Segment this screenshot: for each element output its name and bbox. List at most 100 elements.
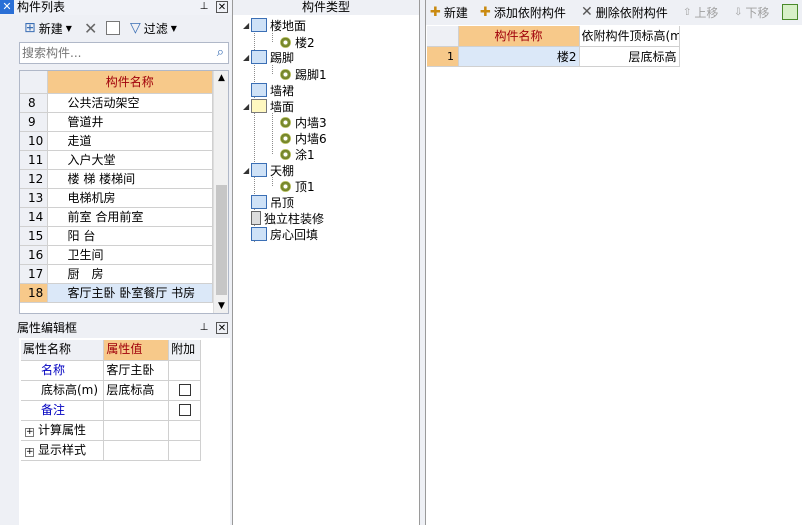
component-name-cell[interactable]: 厨 房 [47,264,213,284]
new-attached-button[interactable]: ✚ 新建 [430,2,468,22]
tree-node-skirting[interactable]: ◢ 踢脚 [243,49,294,65]
close-icon[interactable]: ✕ [216,1,228,13]
grid-header-height[interactable]: 依附构件顶标高(m [579,26,680,47]
table-row[interactable]: 10 走道 [20,131,213,151]
row-number: 15 [20,226,48,246]
prop-row[interactable]: 底标高(m) 层底标高 [21,380,201,401]
row-number: 18 [20,283,48,303]
copy-button[interactable] [106,18,120,38]
attached-name-cell[interactable]: 楼2 [458,46,580,67]
table-row[interactable]: 9 管道井 [20,112,213,132]
tree-leaf[interactable]: 顶1 [280,178,315,194]
grid-scrollbar[interactable]: ▲ ▼ [213,71,228,313]
component-name-cell[interactable]: 走道 [47,131,213,151]
table-row-selected[interactable]: 18 客厅主卧 卧室餐厅 书房 [20,283,213,303]
delete-attached-button[interactable]: ✕ 删除依附构件 [581,2,668,22]
component-name-cell[interactable]: 楼 梯 楼梯间 [47,169,213,189]
table-row[interactable]: 8 公共活动架空 [20,93,213,113]
collapse-icon[interactable]: ◢ [243,166,251,175]
tree-leaf[interactable]: 内墙3 [280,114,327,130]
collapse-icon[interactable]: ◢ [243,53,251,62]
props-area: 属性名称 属性值 附加 名称 客厅主卧 底标高(m) 层底标高 备注 + 计算属性 [19,338,230,525]
pin-icon[interactable]: ⊥ [198,1,210,13]
prop-row[interactable]: 备注 [21,400,201,421]
tree-node-label: 房心回填 [270,227,319,242]
row-number: 14 [20,207,48,227]
table-row[interactable]: 13 电梯机房 [20,188,213,208]
extra-checkbox[interactable] [178,404,191,416]
tree-node-label: 楼地面 [270,18,307,33]
props-panel-title: 属性编辑框 [17,321,78,335]
move-down-button[interactable]: ⇩ 下移 [734,2,769,22]
gear-icon [280,36,291,48]
close-icon[interactable]: ✕ [216,322,228,334]
expand-icon[interactable]: + [25,447,34,457]
prop-group-name[interactable]: + 显示样式 [21,440,105,461]
component-name-cell[interactable]: 卫生间 [47,245,213,265]
table-row[interactable]: 16 卫生间 [20,245,213,265]
scroll-thumb[interactable] [216,185,227,295]
search-input[interactable] [22,44,202,62]
tree-node-suspended-ceiling[interactable]: 吊顶 [243,194,294,210]
new-label: 新建 [443,5,468,20]
collapse-icon[interactable]: ◢ [243,21,251,30]
row-number: 9 [20,112,48,132]
ceiling-icon [251,163,267,177]
prop-value-input[interactable] [103,400,170,421]
prop-name: 备注 [21,400,105,421]
scroll-down-icon[interactable]: ▼ [214,299,228,313]
tree-view: ◢ 楼地面 楼2 ◢ 踢脚 踢脚1 墙裙 ◢ 墙面 内墙3 内墙6 涂1 ◢ 天棚 顶1… [235,15,419,525]
tree-node-backfill[interactable]: 房心回填 [243,226,318,242]
table-row[interactable]: 15 阳 台 [20,226,213,246]
pin-icon[interactable]: ⊥ [198,322,210,334]
excel-icon[interactable] [782,4,798,20]
tree-node-column-finish[interactable]: 独立柱装修 [243,210,324,226]
grid-header-name[interactable]: 构件名称 [458,26,580,47]
prop-group-name[interactable]: + 计算属性 [21,420,105,441]
row-number: 12 [20,169,48,189]
attached-height-cell[interactable]: 层底标高 [579,46,680,67]
row-number: 10 [20,131,48,151]
prop-group-row[interactable]: + 计算属性 [21,420,201,441]
tree-node-dado[interactable]: 墙裙 [243,82,294,98]
tree-leaf[interactable]: 踢脚1 [280,66,327,82]
add-attached-button[interactable]: ✚ 添加依附构件 [480,2,566,22]
tree-leaf[interactable]: 内墙6 [280,130,327,146]
table-row[interactable]: 12 楼 梯 楼梯间 [20,169,213,189]
chevron-down-icon: ▼ [65,23,72,33]
component-name-cell[interactable]: 公共活动架空 [47,93,213,113]
up-label: 上移 [694,5,719,20]
tree-leaf-label: 踢脚1 [295,67,327,82]
component-name-cell[interactable]: 入户大堂 [47,150,213,170]
new-component-button[interactable]: ⊞ 新建 ▼ [24,18,72,38]
tree-node-ceiling[interactable]: ◢ 天棚 [243,162,294,178]
search-icon[interactable]: ⌕ [217,45,224,60]
gear-icon [280,116,291,128]
expand-icon[interactable]: + [25,427,34,437]
move-up-button[interactable]: ⇧ 上移 [683,2,718,22]
collapse-icon[interactable]: ◢ [243,102,251,111]
tree-node-floor[interactable]: ◢ 楼地面 [243,17,306,33]
table-row[interactable]: 14 前室 合用前室 [20,207,213,227]
skirting-icon [251,50,267,64]
component-name-cell[interactable]: 电梯机房 [47,188,213,208]
delete-button[interactable]: ✕ [84,18,97,38]
table-row[interactable]: 1 楼2 层底标高 [427,46,680,67]
component-name-cell[interactable]: 阳 台 [47,226,213,246]
filter-button[interactable]: ▽ 过滤 ▼ [130,18,177,38]
table-row[interactable]: 11 入户大堂 [20,150,213,170]
component-name-cell[interactable]: 前室 合用前室 [47,207,213,227]
scroll-up-icon[interactable]: ▲ [214,71,228,85]
prop-row[interactable]: 名称 客厅主卧 [21,360,201,381]
grid-header-name[interactable]: 构件名称 [47,71,213,94]
prop-group-row[interactable]: + 显示样式 [21,440,201,461]
extra-checkbox[interactable] [178,384,191,396]
panel-close-marker-icon[interactable]: ✕ [0,0,14,14]
tree-leaf[interactable]: 涂1 [280,146,315,162]
component-name-cell[interactable]: 管道井 [47,112,213,132]
tree-node-wall-face[interactable]: ◢ 墙面 [243,98,294,114]
prop-value-input[interactable]: 客厅主卧 [103,360,170,381]
component-name-cell[interactable]: 客厅主卧 卧室餐厅 书房 [47,283,213,303]
table-row[interactable]: 17 厨 房 [20,264,213,284]
prop-value-input[interactable]: 层底标高 [103,380,170,401]
